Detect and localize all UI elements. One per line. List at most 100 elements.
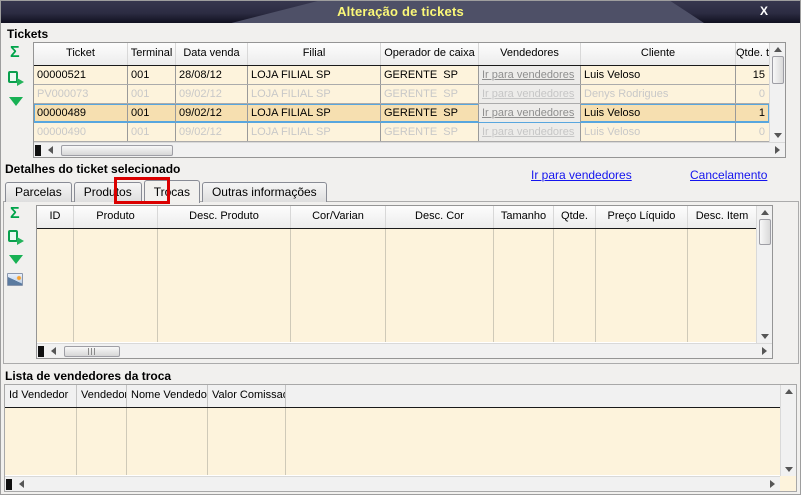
ir-para-vendedores-cell-link[interactable]: Ir para vendedores	[479, 85, 581, 103]
vertical-scrollbar[interactable]	[756, 206, 772, 343]
cell-cliente: Denys Rodrigues	[581, 85, 736, 103]
cell-operador: GERENTE SP	[381, 85, 479, 103]
cell-ticket: 00000489	[34, 104, 128, 122]
scroll-right-icon[interactable]	[770, 144, 785, 157]
cell-qtde-tot: 0	[758, 126, 765, 138]
table-row-selected[interactable]: 00000489 001 09/02/12 LOJA FILIAL SP GER…	[34, 104, 769, 123]
cell-qtde-tot: 15	[752, 69, 765, 81]
scroll-up-icon[interactable]	[757, 206, 772, 219]
cell-data-venda: 28/08/12	[176, 66, 248, 84]
header-filler	[286, 385, 780, 407]
scrollbar-thumb[interactable]	[64, 345, 120, 357]
tickets-heading: Tickets	[7, 27, 49, 41]
vertical-scrollbar[interactable]	[769, 43, 785, 142]
export-icon[interactable]	[8, 230, 24, 245]
ir-para-vendedores-cell-link[interactable]: Ir para vendedores	[479, 104, 581, 122]
col-cliente: Cliente	[581, 43, 736, 65]
window-title: Alteração de tickets	[337, 4, 464, 19]
cell-operador: GERENTE SP	[381, 104, 479, 122]
scrollbar-thumb[interactable]	[771, 56, 784, 84]
scroll-down-icon[interactable]	[781, 463, 796, 476]
col-data-venda: Data venda	[176, 43, 248, 65]
ir-para-vendedores-cell-link[interactable]: Ir para vendedores	[479, 123, 581, 141]
cell-filial: LOJA FILIAL SP	[248, 66, 381, 84]
scrollbar-thumb[interactable]	[758, 219, 771, 245]
tab-trocas[interactable]: Trocas	[143, 180, 200, 203]
cell-ticket: 00000521	[34, 66, 128, 84]
horizontal-scrollbar[interactable]	[34, 142, 785, 157]
col-ticket: Ticket	[34, 43, 128, 65]
tickets-table-header: Ticket Terminal Data venda Filial Operad…	[34, 43, 769, 66]
col-tamanho: Tamanho	[494, 206, 554, 228]
splitter-grip[interactable]	[38, 345, 44, 357]
col-desc-produto: Desc. Produto	[158, 206, 291, 228]
ir-para-vendedores-cell-link[interactable]: Ir para vendedores	[479, 66, 581, 84]
col-id: ID	[37, 206, 74, 228]
cell-data-venda: 09/02/12	[176, 123, 248, 141]
tab-produtos[interactable]: Produtos	[73, 182, 142, 202]
scroll-right-icon[interactable]	[765, 478, 780, 491]
col-vendedores: Vendedores	[479, 43, 581, 65]
collapse-down-icon[interactable]	[9, 255, 23, 264]
tab-parcelas[interactable]: Parcelas	[5, 182, 72, 202]
col-preco-liquido: Preço Líquido	[596, 206, 688, 228]
image-icon[interactable]	[7, 273, 23, 286]
splitter-grip[interactable]	[6, 478, 12, 490]
table-row[interactable]: 00000490 001 09/02/12 LOJA FILIAL SP GER…	[34, 123, 769, 142]
vertical-scrollbar[interactable]	[780, 385, 796, 476]
trocas-table-body-empty	[37, 229, 756, 342]
scroll-up-icon[interactable]	[781, 385, 796, 398]
trocas-table-header: ID Produto Desc. Produto Cor/Varian Desc…	[37, 206, 756, 229]
cell-qtde-tot: 1	[758, 107, 765, 119]
col-filial: Filial	[248, 43, 381, 65]
titlebar: Alteração de tickets X	[1, 1, 800, 23]
scroll-left-icon[interactable]	[14, 478, 29, 491]
col-terminal: Terminal	[128, 43, 176, 65]
table-row[interactable]: 00000521 001 28/08/12 LOJA FILIAL SP GER…	[34, 66, 769, 85]
sum-icon[interactable]: Σ	[10, 45, 20, 61]
cell-ticket: 00000490	[34, 123, 128, 141]
cell-qtde-tot: 0	[758, 88, 765, 100]
scrollbar-thumb[interactable]	[61, 144, 173, 156]
alteracao-de-tickets-window: Alteração de tickets X Tickets Σ Ticket …	[0, 0, 801, 495]
col-qtde-tot: Qtde. tot	[736, 47, 769, 59]
vendedores-troca-heading: Lista de vendedores da troca	[5, 369, 172, 383]
scroll-left-icon[interactable]	[43, 144, 58, 157]
details-heading: Detalhes do ticket selecionado	[5, 162, 181, 176]
export-icon[interactable]	[8, 71, 24, 86]
cell-filial: LOJA FILIAL SP	[248, 85, 381, 103]
scroll-right-icon[interactable]	[757, 345, 772, 358]
cancelamento-link[interactable]: Cancelamento	[690, 168, 767, 182]
scroll-down-icon[interactable]	[770, 129, 785, 142]
horizontal-scrollbar[interactable]	[5, 476, 780, 491]
tab-outras-informacoes[interactable]: Outras informações	[201, 182, 327, 202]
splitter-grip[interactable]	[35, 144, 41, 156]
scroll-left-icon[interactable]	[46, 345, 61, 358]
cell-operador: GERENTE SP	[381, 123, 479, 141]
scrollbar-corner	[780, 476, 796, 491]
col-qtde: Qtde.	[554, 206, 596, 228]
scroll-down-icon[interactable]	[757, 330, 772, 343]
col-desc-cor: Desc. Cor	[386, 206, 494, 228]
col-cor-varian: Cor/Varian	[291, 206, 386, 228]
cell-terminal: 001	[128, 85, 176, 103]
col-operador: Operador de caixa	[381, 43, 479, 65]
vendedores-troca-table: Id Vendedor Vendedor Nome Vendedor Valor…	[4, 384, 797, 492]
details-tabbar: Parcelas Produtos Trocas Outras informaç…	[5, 180, 327, 203]
tickets-table: Ticket Terminal Data venda Filial Operad…	[33, 42, 786, 158]
scroll-up-icon[interactable]	[770, 43, 785, 56]
cell-cliente: Luis Veloso	[581, 104, 736, 122]
cell-filial: LOJA FILIAL SP	[248, 123, 381, 141]
collapse-down-icon[interactable]	[9, 97, 23, 106]
close-icon[interactable]: X	[760, 4, 768, 18]
cell-operador: GERENTE SP	[381, 66, 479, 84]
cell-terminal: 001	[128, 66, 176, 84]
cell-ticket: PV000073	[34, 85, 128, 103]
ir-para-vendedores-link[interactable]: Ir para vendedores	[531, 168, 632, 182]
horizontal-scrollbar[interactable]	[37, 343, 772, 358]
table-row[interactable]: PV000073 001 09/02/12 LOJA FILIAL SP GER…	[34, 85, 769, 104]
cell-data-venda: 09/02/12	[176, 85, 248, 103]
col-valor-comissao: Valor Comissao	[208, 385, 286, 407]
cell-filial: LOJA FILIAL SP	[248, 104, 381, 122]
sum-icon[interactable]: Σ	[10, 206, 20, 222]
